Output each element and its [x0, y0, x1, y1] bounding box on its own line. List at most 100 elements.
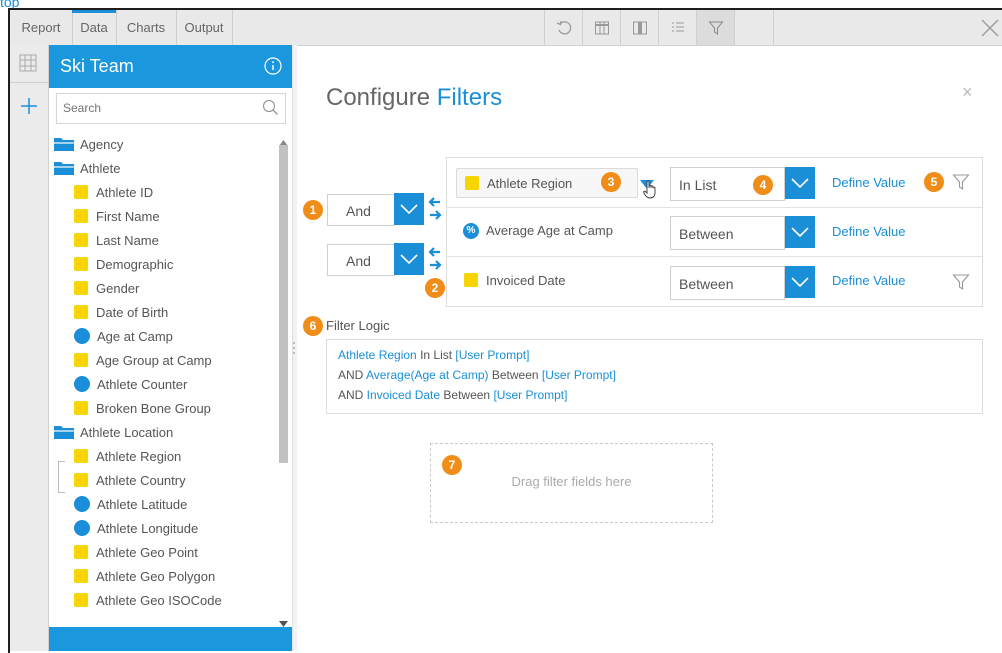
filter-logic-label: Filter Logic — [326, 318, 390, 333]
tree-item-label: Athlete — [80, 161, 121, 176]
operator-select-2[interactable]: Between — [670, 216, 785, 250]
field-item[interactable]: First Name — [74, 205, 160, 229]
field-item[interactable]: Athlete Region — [74, 445, 181, 469]
define-value-link-3[interactable]: Define Value — [832, 273, 905, 288]
toolbar-spacer — [734, 10, 774, 45]
and-connector-1[interactable]: And — [327, 194, 395, 226]
search-icon[interactable] — [262, 99, 279, 119]
tree-item-label: Athlete ID — [96, 185, 154, 200]
search-box — [56, 93, 286, 124]
info-icon[interactable] — [264, 57, 282, 78]
field-item[interactable]: Athlete Geo Point — [74, 541, 198, 565]
metric-icon — [74, 520, 90, 536]
field-item[interactable]: Athlete Geo ISOCode — [74, 589, 222, 613]
logic-line-1: Athlete Region In List [User Prompt] — [338, 348, 529, 362]
tab-charts[interactable]: Charts — [116, 10, 177, 45]
dimension-icon — [74, 281, 88, 295]
tab-report[interactable]: Report — [10, 10, 73, 45]
field-item[interactable]: Athlete Longitude — [74, 517, 198, 541]
chevron-down-icon — [791, 227, 809, 237]
operator-select-3[interactable]: Between — [670, 266, 785, 300]
metric-icon — [74, 328, 90, 344]
tree-item-label: Date of Birth — [96, 305, 169, 320]
operator-dropdown-1[interactable] — [785, 167, 815, 199]
grid-icon[interactable] — [19, 54, 37, 75]
filter-field-name-2[interactable]: Average Age at Camp — [486, 223, 613, 238]
logic-op: Between — [488, 368, 542, 382]
filter-toolbar-icon[interactable] — [696, 10, 735, 45]
dimension-icon — [74, 569, 88, 583]
field-item[interactable]: Age Group at Camp — [74, 349, 212, 373]
filter-drop-zone[interactable]: 7 Drag filter fields here — [430, 443, 713, 523]
undo-icon[interactable] — [544, 10, 583, 45]
tree-bracket — [58, 461, 65, 493]
metric-icon — [74, 496, 90, 512]
folder-item[interactable]: Athlete — [54, 157, 120, 181]
logic-prefix: AND — [338, 368, 367, 382]
field-item[interactable]: Athlete Country — [74, 469, 186, 493]
operator-value-3: Between — [679, 276, 734, 292]
filter-field-name-3[interactable]: Invoiced Date — [486, 273, 566, 288]
operator-value-1: In List — [679, 177, 717, 193]
list-icon[interactable] — [658, 10, 697, 45]
metric-icon — [74, 376, 90, 392]
field-item[interactable]: Date of Birth — [74, 301, 168, 325]
close-panel-icon[interactable]: × — [962, 82, 973, 103]
filter-row-1: Athlete Region 3 In List 4 Define Value … — [447, 158, 982, 208]
operator-dropdown-2[interactable] — [785, 216, 815, 248]
field-item[interactable]: Demographic — [74, 253, 173, 277]
logic-value: [User Prompt] — [541, 368, 616, 382]
tree-item-label: Athlete Geo Polygon — [96, 569, 216, 584]
dimension-icon — [74, 545, 88, 559]
field-item[interactable]: Athlete Geo Polygon — [74, 565, 215, 589]
swap-arrows-icon-1[interactable] — [428, 196, 442, 225]
left-icon-strip — [10, 45, 49, 651]
percent-icon: % — [463, 223, 479, 239]
tree-item-label: Gender — [96, 281, 140, 296]
field-item[interactable]: Athlete ID — [74, 181, 153, 205]
field-item[interactable]: Athlete Counter — [74, 373, 187, 397]
badge-2: 2 — [425, 278, 445, 298]
field-item[interactable]: Broken Bone Group — [74, 397, 211, 421]
filter-logic-box[interactable]: Athlete Region In List [User Prompt] AND… — [326, 339, 983, 414]
tab-data[interactable]: Data — [72, 10, 117, 45]
tab-output[interactable]: Output — [176, 10, 233, 45]
columns-icon[interactable] — [620, 10, 659, 45]
tree-item-label: Demographic — [96, 257, 174, 272]
and-dropdown-1[interactable] — [394, 193, 424, 225]
dimension-icon — [465, 176, 479, 190]
title-configure: Configure — [326, 84, 431, 111]
dimension-icon — [464, 273, 478, 287]
scrollbar-thumb[interactable] — [279, 145, 288, 463]
filter-icon[interactable] — [952, 173, 970, 194]
folder-icon — [54, 161, 80, 176]
tree-item-label: Athlete Location — [80, 425, 174, 440]
filter-icon[interactable] — [952, 273, 970, 294]
add-icon[interactable] — [20, 97, 38, 118]
tree-item-label: Age Group at Camp — [96, 353, 212, 368]
table-icon[interactable] — [582, 10, 621, 45]
panel-resize-handle[interactable] — [292, 45, 297, 651]
close-report-icon[interactable] — [978, 16, 1002, 43]
field-item[interactable]: Athlete Latitude — [74, 493, 187, 517]
define-value-link-2[interactable]: Define Value — [832, 224, 905, 239]
logic-prefix: AND — [338, 388, 367, 402]
tree-item-label: Athlete Region — [96, 449, 182, 464]
operator-dropdown-3[interactable] — [785, 266, 815, 298]
drop-zone-text: Drag filter fields here — [511, 474, 632, 489]
and-dropdown-2[interactable] — [394, 243, 424, 275]
folder-item[interactable]: Athlete Location — [54, 421, 173, 445]
panel-header: Ski Team — [49, 45, 292, 88]
folder-icon — [54, 425, 80, 440]
dimension-icon — [74, 305, 88, 319]
swap-arrows-icon-2[interactable] — [428, 246, 442, 275]
field-item[interactable]: Gender — [74, 277, 139, 301]
define-value-link-1[interactable]: Define Value — [832, 175, 905, 190]
field-item[interactable]: Age at Camp — [74, 325, 173, 349]
filter-row-2: % Average Age at Camp Between Define Val… — [447, 207, 982, 257]
search-input[interactable] — [57, 94, 259, 121]
folder-item[interactable]: Agency — [54, 133, 123, 157]
field-item[interactable]: Last Name — [74, 229, 159, 253]
hand-cursor-icon — [643, 180, 659, 203]
and-connector-2[interactable]: And — [327, 244, 395, 276]
